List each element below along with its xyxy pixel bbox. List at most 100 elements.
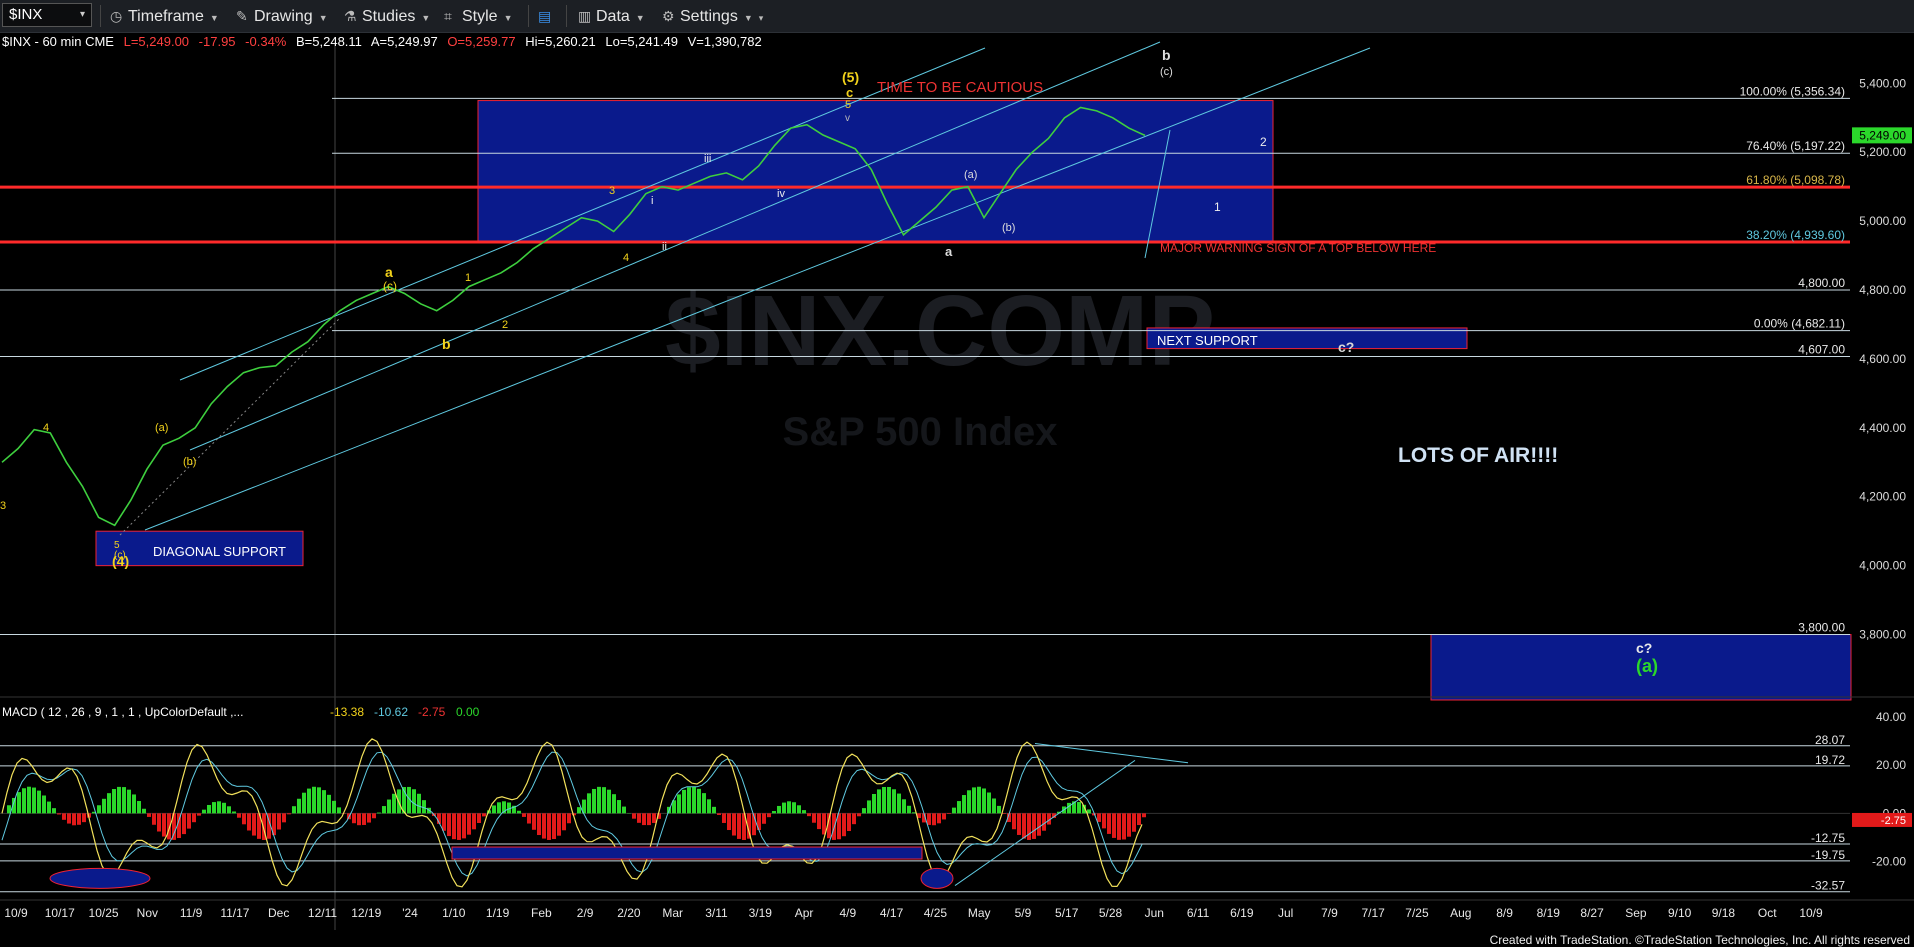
macd-histogram-bar <box>592 788 596 814</box>
macd-histogram-bar <box>1067 802 1071 814</box>
macd-histogram-bar <box>707 799 711 814</box>
timeframe-menu[interactable]: ◷ Timeframe ▼ <box>110 5 219 27</box>
macd-histogram-bar <box>792 802 796 814</box>
x-tick-label: May <box>968 906 991 920</box>
warning-text: MAJOR WARNING SIGN OF A TOP BELOW HERE <box>1160 241 1436 255</box>
macd-histogram-bar <box>232 811 236 814</box>
wave-label: a <box>385 264 393 280</box>
x-tick-label: 1/10 <box>442 906 466 920</box>
macd-histogram-bar <box>802 810 806 814</box>
x-tick-label: 3/11 <box>705 906 728 920</box>
macd-histogram-bar <box>352 813 356 824</box>
x-tick-label: Apr <box>795 906 814 920</box>
macd-histogram-bar <box>957 801 961 814</box>
level-label: 38.20% (4,939.60) <box>1746 228 1845 242</box>
x-tick-label: Jul <box>1278 906 1293 920</box>
data-menu[interactable]: ▥ Data ▼ <box>578 5 645 27</box>
x-tick-label: 5/28 <box>1099 906 1123 920</box>
c-question-label: c? <box>1636 640 1652 656</box>
symbol-selector[interactable]: $INX ▾ <box>2 3 92 27</box>
macd-histogram-bar <box>897 793 901 814</box>
studies-menu[interactable]: ⚗ Studies ▼ <box>344 5 430 27</box>
macd-histogram-bar <box>772 811 776 814</box>
macd-histogram-bar <box>1032 813 1036 839</box>
macd-histogram-bar <box>702 793 706 814</box>
macd-histogram-bar <box>1022 813 1026 839</box>
price-chart[interactable]: $INX.COMPS&P 500 Index100.00% (5,356.34)… <box>0 32 1914 947</box>
macd-histogram-bar <box>562 813 566 831</box>
macd-histogram-bar <box>677 794 681 814</box>
macd-histogram-bar <box>457 813 461 840</box>
macd-histogram-bar <box>132 794 136 814</box>
macd-histogram-bar <box>652 813 656 823</box>
macd-histogram-bar <box>207 804 211 814</box>
macd-histogram-bar <box>687 787 691 814</box>
macd-histogram-bar <box>317 787 321 814</box>
x-tick-label: Feb <box>531 906 552 920</box>
macd-level-label: -12.75 <box>1811 831 1845 845</box>
chart-toolbar: $INX ▾ ◷ Timeframe ▼ ✎ Drawing ▼ ⚗ Studies ▼ ⌗… <box>0 0 1914 33</box>
macd-histogram-bar <box>57 813 61 815</box>
macd-current-label: -2.75 <box>1881 815 1906 827</box>
macd-histogram-bar <box>867 800 871 814</box>
ask-price: A=5,249.97 <box>370 34 438 49</box>
macd-histogram-bar <box>362 813 366 825</box>
macd-histogram-bar <box>72 813 76 826</box>
macd-histogram-bar <box>557 813 561 836</box>
x-tick-label: 12/11 <box>308 906 337 920</box>
x-tick-label: 7/25 <box>1405 906 1429 920</box>
layout-button[interactable]: ▤ <box>538 5 556 27</box>
macd-histogram-bar <box>947 813 951 815</box>
gear-icon: ⚙ <box>662 8 675 24</box>
chevron-down-icon: ▾ <box>758 13 764 23</box>
macd-histogram-bar <box>252 813 256 836</box>
low-price: Lo=5,241.49 <box>605 34 679 49</box>
chevron-down-icon: ▼ <box>743 13 753 23</box>
x-tick-label: 5/17 <box>1055 906 1079 920</box>
x-tick-label: 9/18 <box>1712 906 1736 920</box>
macd-histogram-bar <box>227 806 231 814</box>
macd-trend-line <box>1034 743 1189 764</box>
drawing-label: Drawing <box>254 8 313 25</box>
macd-histogram-bar <box>217 801 221 814</box>
macd-histogram-bar <box>142 808 146 814</box>
macd-histogram-bar <box>447 813 451 837</box>
macd-histogram-bar <box>417 793 421 814</box>
open-price: O=5,259.77 <box>447 34 516 49</box>
macd-histogram-bar <box>602 787 606 814</box>
wave-label: 1 <box>465 272 471 284</box>
macd-histogram-bar <box>247 813 251 831</box>
macd-histogram-bar <box>462 813 466 839</box>
macd-histogram-bar <box>492 805 496 814</box>
wave-label: c <box>846 85 853 100</box>
timeframe-label: Timeframe <box>128 8 204 25</box>
bar-chart-icon: ▥ <box>578 8 592 24</box>
price-tick-label: 4,600.00 <box>1859 352 1906 366</box>
toolbar-divider <box>528 5 529 27</box>
macd-histogram-bar <box>892 789 896 814</box>
macd-histogram-bar <box>287 813 291 815</box>
macd-histogram-bar <box>517 810 521 814</box>
style-label: Style <box>462 8 498 25</box>
macd-histogram-bar <box>777 805 781 814</box>
macd-histogram-bar <box>907 805 911 814</box>
volume: V=1,390,782 <box>687 34 762 49</box>
macd-histogram-bar <box>637 813 641 823</box>
style-menu[interactable]: ⌗ Style ▼ <box>444 5 513 27</box>
macd-histogram-bar <box>367 813 371 823</box>
settings-menu[interactable]: ⚙ Settings ▼ ▾ <box>662 5 763 27</box>
macd-histogram-bar <box>937 813 941 824</box>
macd-histogram-bar <box>387 799 391 814</box>
macd-histogram-bar <box>612 794 616 814</box>
macd-histogram-bar <box>1042 813 1046 831</box>
price-tick-label: 3,800.00 <box>1859 628 1906 642</box>
chevron-down-icon: ▼ <box>421 13 431 23</box>
caution-text: TIME TO BE CAUTIOUS <box>877 79 1043 96</box>
wave-label: (a) <box>155 422 168 434</box>
drawing-menu[interactable]: ✎ Drawing ▼ <box>236 5 328 27</box>
macd-histogram-bar <box>972 787 976 814</box>
wave-label: 3 <box>0 500 6 512</box>
chevron-down-icon: ▼ <box>209 13 219 23</box>
macd-histogram-bar <box>1137 813 1141 826</box>
macd-histogram-bar <box>697 788 701 814</box>
